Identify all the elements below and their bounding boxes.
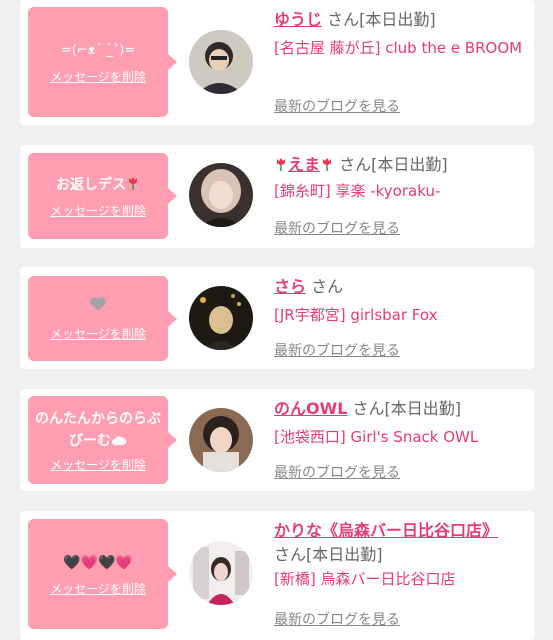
grey-heart-icon bbox=[90, 296, 106, 311]
cast-status: さん[本日出勤] bbox=[327, 10, 436, 29]
cast-name-link[interactable]: かりな《烏森バー日比谷口店》 bbox=[274, 521, 498, 540]
message-bubble: お返しデス メッセージを削除 bbox=[28, 153, 177, 239]
blog-link[interactable]: 最新のブログを見る bbox=[274, 340, 400, 360]
cast-card: お返しデス メッセージを削除 えま さん[本日出勤] [錦糸町] 享楽 -kyo… bbox=[20, 145, 534, 248]
avatar[interactable] bbox=[189, 286, 253, 350]
tulip-icon bbox=[277, 158, 285, 171]
cast-card: メッセージを削除 さら さん [JR宇都宮] girlsbar Fox 最新のブ… bbox=[20, 267, 534, 369]
cast-info: えま さん[本日出勤] [錦糸町] 享楽 -kyoraku- bbox=[274, 153, 524, 203]
avatar[interactable] bbox=[189, 30, 253, 94]
cast-card: のんたんからのらぶびーむ メッセージを削除 のんOWL さん[本日出勤] [池袋… bbox=[20, 389, 534, 491]
cast-status: さん bbox=[311, 277, 344, 296]
delete-message-link[interactable]: メッセージを削除 bbox=[50, 202, 146, 219]
message-bubble: =(⌐ᴥ´ _̀˃)= メッセージを削除 bbox=[28, 7, 177, 117]
cast-info: ゆうじ さん[本日出勤] [名古屋 藤が丘] club the e BROOM bbox=[274, 8, 524, 60]
message-bubble: のんたんからのらぶびーむ メッセージを削除 bbox=[28, 396, 177, 484]
delete-message-link[interactable]: メッセージを削除 bbox=[50, 325, 146, 342]
delete-message-link[interactable]: メッセージを削除 bbox=[50, 580, 146, 597]
delete-message-link[interactable]: メッセージを削除 bbox=[50, 456, 146, 473]
shop-name: [JR宇都宮] girlsbar Fox bbox=[274, 306, 438, 324]
message-text: 🖤💗🖤💗 bbox=[63, 554, 133, 571]
avatar[interactable] bbox=[189, 163, 253, 227]
cast-status: さん[本日出勤] bbox=[274, 545, 383, 564]
tulip-icon bbox=[323, 158, 332, 171]
cast-name-link[interactable]: ゆうじ bbox=[274, 10, 322, 29]
shop-name: [名古屋 藤が丘] club the e BROOM bbox=[274, 39, 523, 57]
avatar[interactable] bbox=[189, 541, 253, 605]
shop-name: [池袋西口] Girl's Snack OWL bbox=[274, 428, 479, 446]
message-text: お返しデス bbox=[56, 176, 126, 193]
cast-info: さら さん [JR宇都宮] girlsbar Fox bbox=[274, 275, 524, 327]
cast-status: さん[本日出勤] bbox=[352, 399, 462, 418]
cast-card: 🖤💗🖤💗 メッセージを削除 かりな《烏森バー日比谷口店》 さん[本日出勤] [新… bbox=[20, 511, 534, 640]
cast-name-link[interactable]: さら bbox=[274, 277, 306, 296]
tulip-icon bbox=[129, 176, 137, 190]
cast-name-link[interactable]: のんOWL bbox=[274, 399, 347, 418]
cast-info: のんOWL さん[本日出勤] [池袋西口] Girl's Snack OWL bbox=[274, 397, 524, 449]
blog-link[interactable]: 最新のブログを見る bbox=[274, 462, 400, 482]
shop-name: [錦糸町] 享楽 -kyoraku- bbox=[274, 182, 441, 200]
cast-status: さん[本日出勤] bbox=[339, 155, 448, 174]
message-bubble: メッセージを削除 bbox=[28, 276, 177, 361]
blog-link[interactable]: 最新のブログを見る bbox=[274, 609, 400, 629]
message-bubble: 🖤💗🖤💗 メッセージを削除 bbox=[28, 519, 177, 629]
message-text: のんたんからのらぶびーむ bbox=[35, 410, 161, 449]
cast-card: =(⌐ᴥ´ _̀˃)= メッセージを削除 ゆうじ さん[本日出勤] [名古屋 藤… bbox=[20, 0, 534, 125]
avatar[interactable] bbox=[189, 408, 253, 472]
shop-name: [新橋] 烏森バー日比谷口店 bbox=[274, 570, 456, 588]
cloud-icon bbox=[112, 435, 127, 445]
delete-message-link[interactable]: メッセージを削除 bbox=[50, 68, 146, 85]
blog-link[interactable]: 最新のブログを見る bbox=[274, 218, 400, 238]
cast-name-link[interactable]: えま bbox=[288, 155, 320, 174]
blog-link[interactable]: 最新のブログを見る bbox=[274, 96, 400, 116]
message-text: =(⌐ᴥ´ _̀˃)= bbox=[60, 42, 136, 58]
cast-info: かりな《烏森バー日比谷口店》 さん[本日出勤] [新橋] 烏森バー日比谷口店 bbox=[274, 519, 524, 591]
